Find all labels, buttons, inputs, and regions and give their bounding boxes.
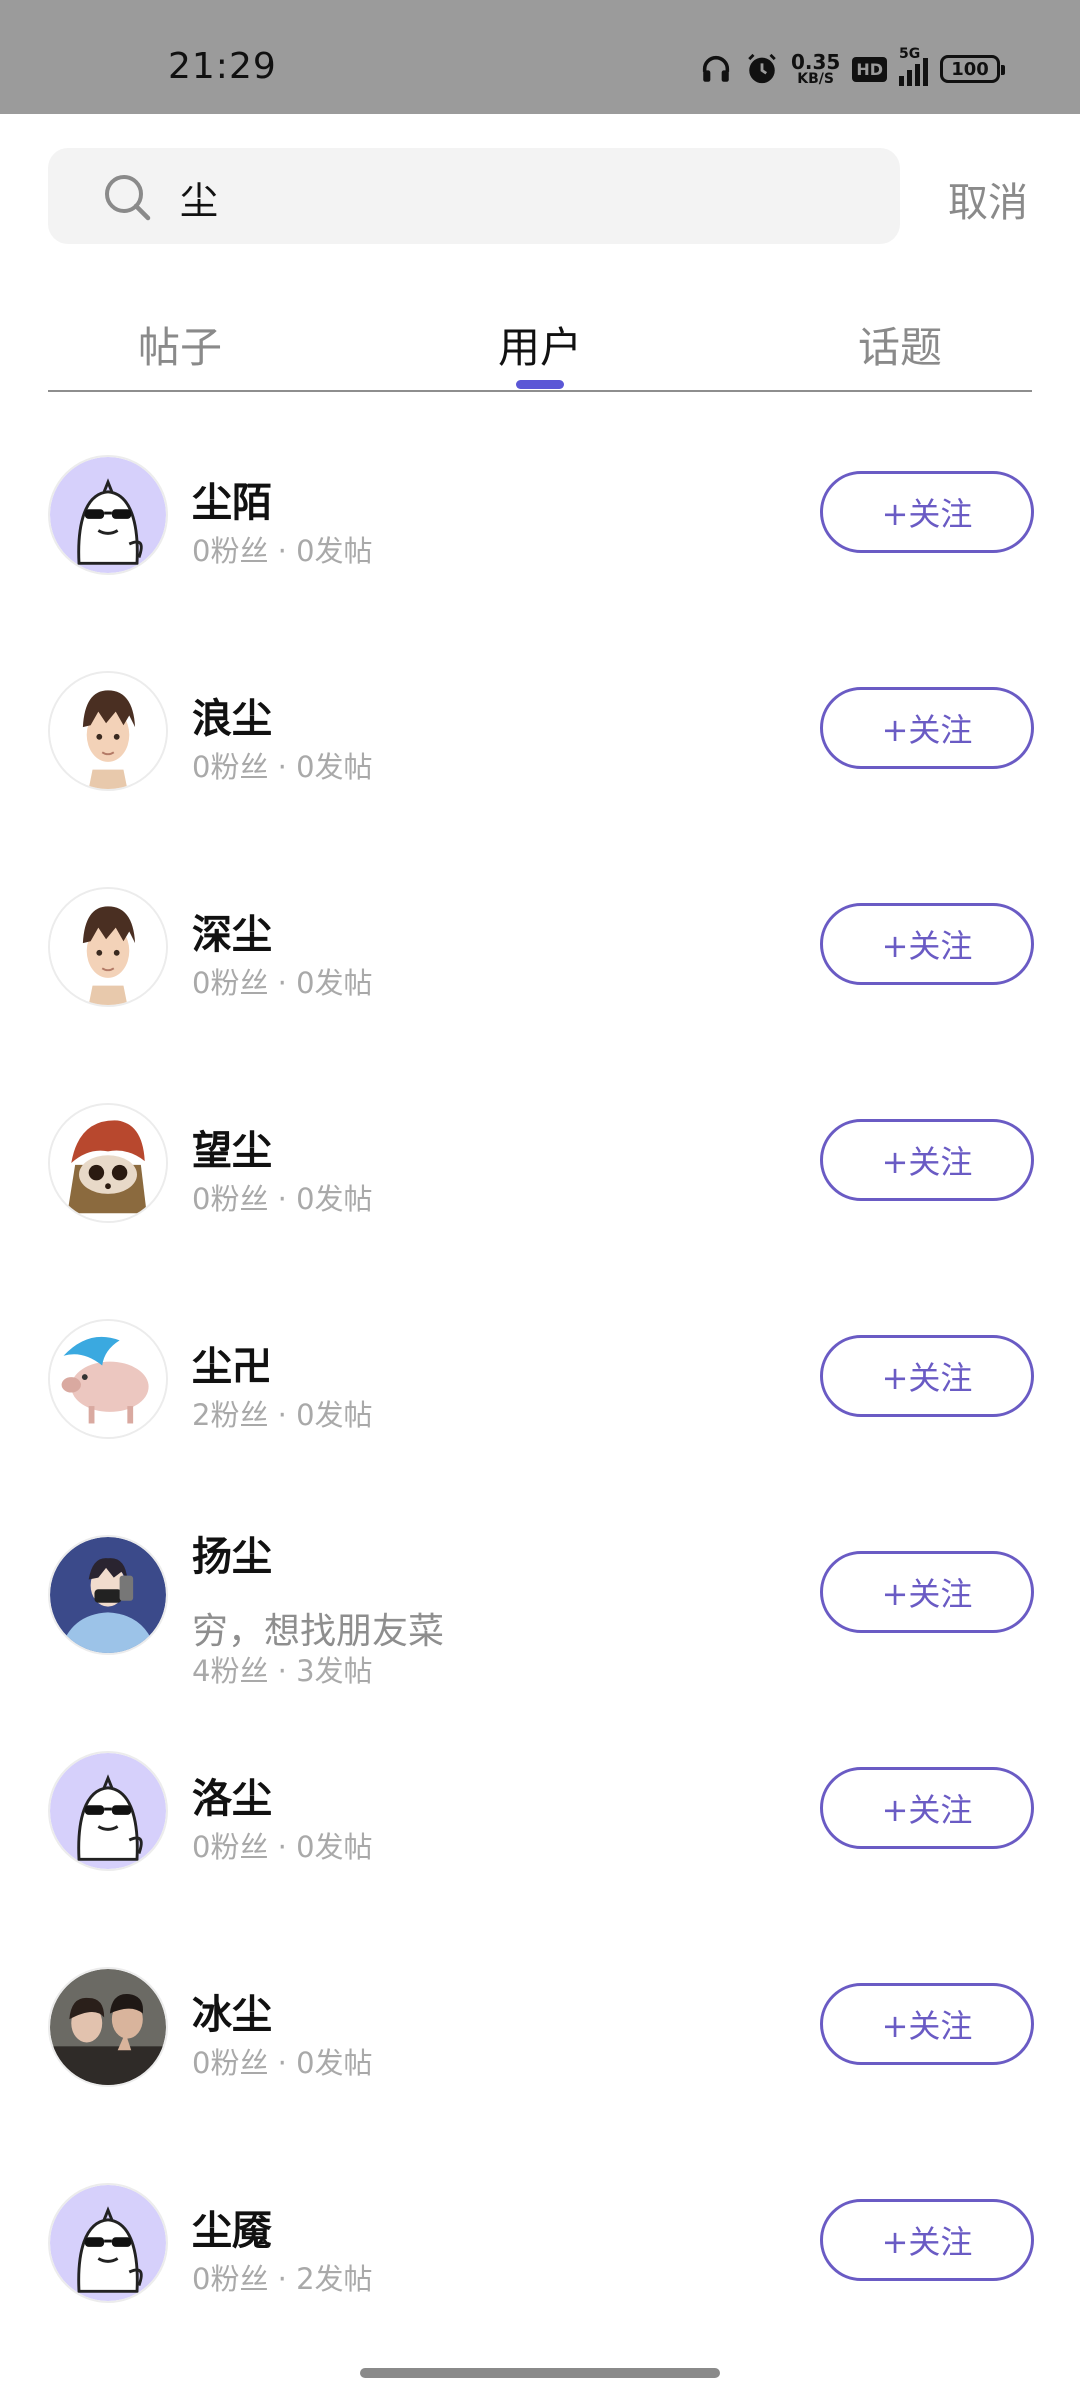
tab-topics[interactable]: 话题 bbox=[858, 314, 942, 375]
status-icons: 0.35 KB/S HD 5G 100 bbox=[699, 46, 1005, 90]
user-name: 尘陌 bbox=[192, 480, 272, 526]
user-row[interactable]: 尘陌 0粉丝 · 0发帖 +关注 bbox=[0, 400, 1080, 616]
tab-bar: 帖子 用户 话题 bbox=[48, 300, 1032, 392]
follow-button[interactable]: +关注 bbox=[820, 1551, 1034, 1633]
user-row[interactable]: 扬尘 穷，想找朋友菜 4粉丝 · 3发帖 +关注 bbox=[0, 1480, 1080, 1696]
network-type: 5G bbox=[899, 46, 921, 62]
user-name: 望尘 bbox=[192, 1128, 272, 1174]
user-row[interactable]: 深尘 0粉丝 · 0发帖 +关注 bbox=[0, 832, 1080, 1048]
user-stats: 0粉丝 · 0发帖 bbox=[192, 534, 373, 568]
avatar-default-ghost[interactable] bbox=[48, 1751, 168, 1871]
avatar-default-ghost[interactable] bbox=[48, 455, 168, 575]
user-name: 浪尘 bbox=[192, 696, 272, 742]
battery-level: 100 bbox=[951, 58, 989, 80]
tab-posts[interactable]: 帖子 bbox=[138, 314, 222, 375]
follow-button[interactable]: +关注 bbox=[820, 1335, 1034, 1417]
user-stats: 2粉丝 · 0发帖 bbox=[192, 1398, 373, 1432]
user-stats: 0粉丝 · 0发帖 bbox=[192, 1830, 373, 1864]
follow-button[interactable]: +关注 bbox=[820, 471, 1034, 553]
user-stats: 0粉丝 · 2发帖 bbox=[192, 2262, 373, 2296]
cancel-button[interactable]: 取消 bbox=[948, 170, 1028, 228]
user-stats: 0粉丝 · 0发帖 bbox=[192, 2046, 373, 2080]
user-row[interactable]: 望尘 0粉丝 · 0发帖 +关注 bbox=[0, 1048, 1080, 1264]
user-row[interactable]: 尘卍 2粉丝 · 0发帖 +关注 bbox=[0, 1264, 1080, 1480]
net-speed: 0.35 KB/S bbox=[791, 52, 840, 86]
avatar-brown-creature[interactable] bbox=[48, 1103, 168, 1223]
user-bio: 穷，想找朋友菜 bbox=[192, 1611, 445, 1652]
headphones-icon bbox=[702, 55, 730, 82]
tab-users[interactable]: 用户 bbox=[498, 314, 582, 375]
hd-badge: HD bbox=[852, 56, 887, 82]
user-name: 尘卍 bbox=[192, 1344, 272, 1390]
user-stats: 4粉丝 · 3发帖 bbox=[192, 1654, 373, 1688]
user-row[interactable]: 洛尘 0粉丝 · 0发帖 +关注 bbox=[0, 1696, 1080, 1912]
user-row[interactable]: 尘魇 0粉丝 · 2发帖 +关注 bbox=[0, 2128, 1080, 2344]
follow-button[interactable]: +关注 bbox=[820, 687, 1034, 769]
user-stats: 0粉丝 · 0发帖 bbox=[192, 1182, 373, 1216]
alarm-icon bbox=[748, 53, 776, 84]
follow-button[interactable]: +关注 bbox=[820, 1767, 1034, 1849]
active-tab-indicator bbox=[516, 380, 564, 389]
user-name: 冰尘 bbox=[192, 1992, 272, 2038]
user-name: 洛尘 bbox=[192, 1776, 272, 1822]
battery-icon: 100 bbox=[940, 55, 1005, 83]
home-indicator[interactable] bbox=[360, 2368, 720, 2378]
net-speed-unit: KB/S bbox=[797, 71, 834, 87]
follow-button[interactable]: +关注 bbox=[820, 903, 1034, 985]
user-name: 扬尘 bbox=[192, 1534, 272, 1580]
search-box[interactable] bbox=[48, 148, 900, 246]
search-icon bbox=[105, 175, 151, 221]
avatar-anime-boy[interactable] bbox=[48, 1535, 168, 1655]
status-time: 21:29 bbox=[168, 46, 277, 87]
user-name: 尘魇 bbox=[192, 2208, 272, 2254]
net-speed-value: 0.35 bbox=[790, 50, 841, 74]
user-stats: 0粉丝 · 0发帖 bbox=[192, 966, 373, 1000]
user-row[interactable]: 冰尘 0粉丝 · 0发帖 +关注 bbox=[0, 1912, 1080, 2128]
avatar-pink-pig[interactable] bbox=[48, 1319, 168, 1439]
follow-button[interactable]: +关注 bbox=[820, 1983, 1034, 2065]
avatar-cartoon-boy[interactable] bbox=[48, 671, 168, 791]
follow-button[interactable]: +关注 bbox=[820, 2199, 1034, 2281]
signal-icon: 5G bbox=[899, 46, 928, 86]
search-input[interactable] bbox=[178, 148, 882, 246]
status-bar: 21:29 0.35 KB/S HD 5G 100 bbox=[0, 0, 1080, 114]
user-stats: 0粉丝 · 0发帖 bbox=[192, 750, 373, 784]
follow-button[interactable]: +关注 bbox=[820, 1119, 1034, 1201]
avatar-default-ghost[interactable] bbox=[48, 2183, 168, 2303]
avatar-cartoon-boy[interactable] bbox=[48, 887, 168, 1007]
avatar-photo-people[interactable] bbox=[48, 1967, 168, 2087]
search-row: 取消 bbox=[0, 114, 1080, 274]
user-row[interactable]: 浪尘 0粉丝 · 0发帖 +关注 bbox=[0, 616, 1080, 832]
user-name: 深尘 bbox=[192, 912, 272, 958]
